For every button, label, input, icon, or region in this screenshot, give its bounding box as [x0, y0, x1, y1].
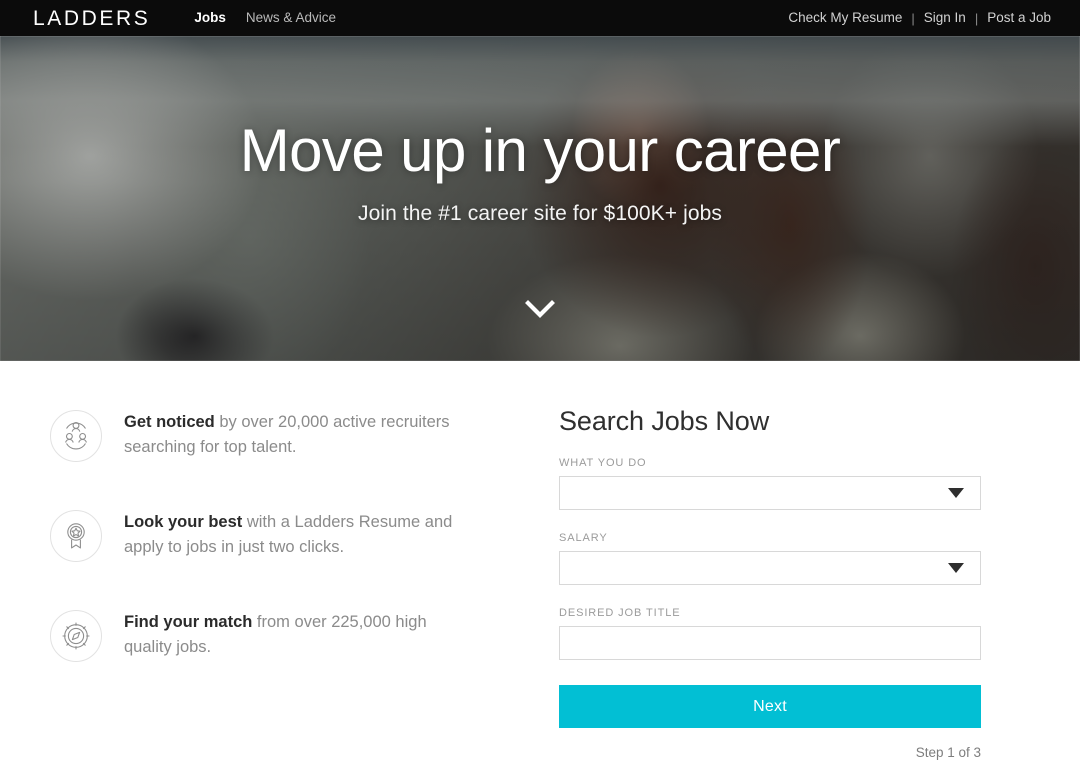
search-panel-title: Search Jobs Now: [559, 406, 770, 436]
salary-select[interactable]: [559, 551, 981, 585]
label-salary: SALARY: [559, 532, 608, 544]
feature-bold-get-noticed: Get noticed: [124, 413, 215, 431]
feature-text-look-your-best: Look your best with a Ladders Resume and…: [124, 508, 454, 560]
desired-job-title-input[interactable]: [572, 635, 968, 651]
feature-text-get-noticed: Get noticed by over 20,000 active recrui…: [124, 408, 454, 460]
hero-banner: Move up in your career Join the #1 caree…: [0, 36, 1080, 361]
label-what-you-do: WHAT YOU DO: [559, 457, 647, 469]
field-what-you-do: WHAT YOU DO: [559, 457, 981, 510]
hero-subtitle: Join the #1 career site for $100K+ jobs: [357, 202, 723, 225]
award-badge-icon: [50, 510, 102, 562]
secondary-nav-links: Check My Resume | Sign In | Post a Job: [779, 11, 1060, 25]
compass-icon: [50, 610, 102, 662]
feature-text-find-your-match: Find your match from over 225,000 high q…: [124, 608, 454, 660]
nav-link-sign-in[interactable]: Sign In: [915, 11, 975, 25]
feature-bold-find-your-match: Find your match: [124, 613, 253, 631]
next-button[interactable]: Next: [559, 685, 981, 728]
feature-list: Get noticed by over 20,000 active recrui…: [50, 408, 520, 708]
hero-title: Move up in your career: [239, 117, 841, 184]
people-group-icon: [50, 410, 102, 462]
chevron-down-icon-salary: [948, 563, 964, 573]
primary-nav-links: Jobs News & Advice: [184, 11, 346, 25]
feature-bold-look-your-best: Look your best: [124, 513, 243, 531]
ladders-logo[interactable]: LADDERS: [33, 8, 150, 29]
what-you-do-select[interactable]: [559, 476, 981, 510]
field-salary: SALARY: [559, 532, 981, 585]
main-content: Get noticed by over 20,000 active recrui…: [0, 361, 1080, 780]
search-jobs-panel: Search Jobs Now WHAT YOU DO SALARY DESIR…: [559, 408, 981, 760]
feature-item-look-your-best: Look your best with a Ladders Resume and…: [50, 508, 520, 562]
step-indicator: Step 1 of 3: [915, 745, 981, 760]
nav-link-news-advice[interactable]: News & Advice: [236, 11, 346, 25]
chevron-down-icon-what-you-do: [948, 488, 964, 498]
desired-job-title-box[interactable]: [559, 626, 981, 660]
chevron-down-icon[interactable]: [525, 299, 555, 319]
page-root: LADDERS Jobs News & Advice Check My Resu…: [0, 0, 1080, 780]
feature-item-get-noticed: Get noticed by over 20,000 active recrui…: [50, 408, 520, 462]
label-desired-job-title: DESIRED JOB TITLE: [559, 607, 681, 619]
feature-item-find-your-match: Find your match from over 225,000 high q…: [50, 608, 520, 662]
nav-link-post-a-job[interactable]: Post a Job: [978, 11, 1060, 25]
nav-link-check-my-resume[interactable]: Check My Resume: [779, 11, 911, 25]
field-desired-job-title: DESIRED JOB TITLE: [559, 607, 981, 660]
top-navigation-bar: LADDERS Jobs News & Advice Check My Resu…: [0, 0, 1080, 36]
nav-link-jobs[interactable]: Jobs: [184, 11, 236, 25]
